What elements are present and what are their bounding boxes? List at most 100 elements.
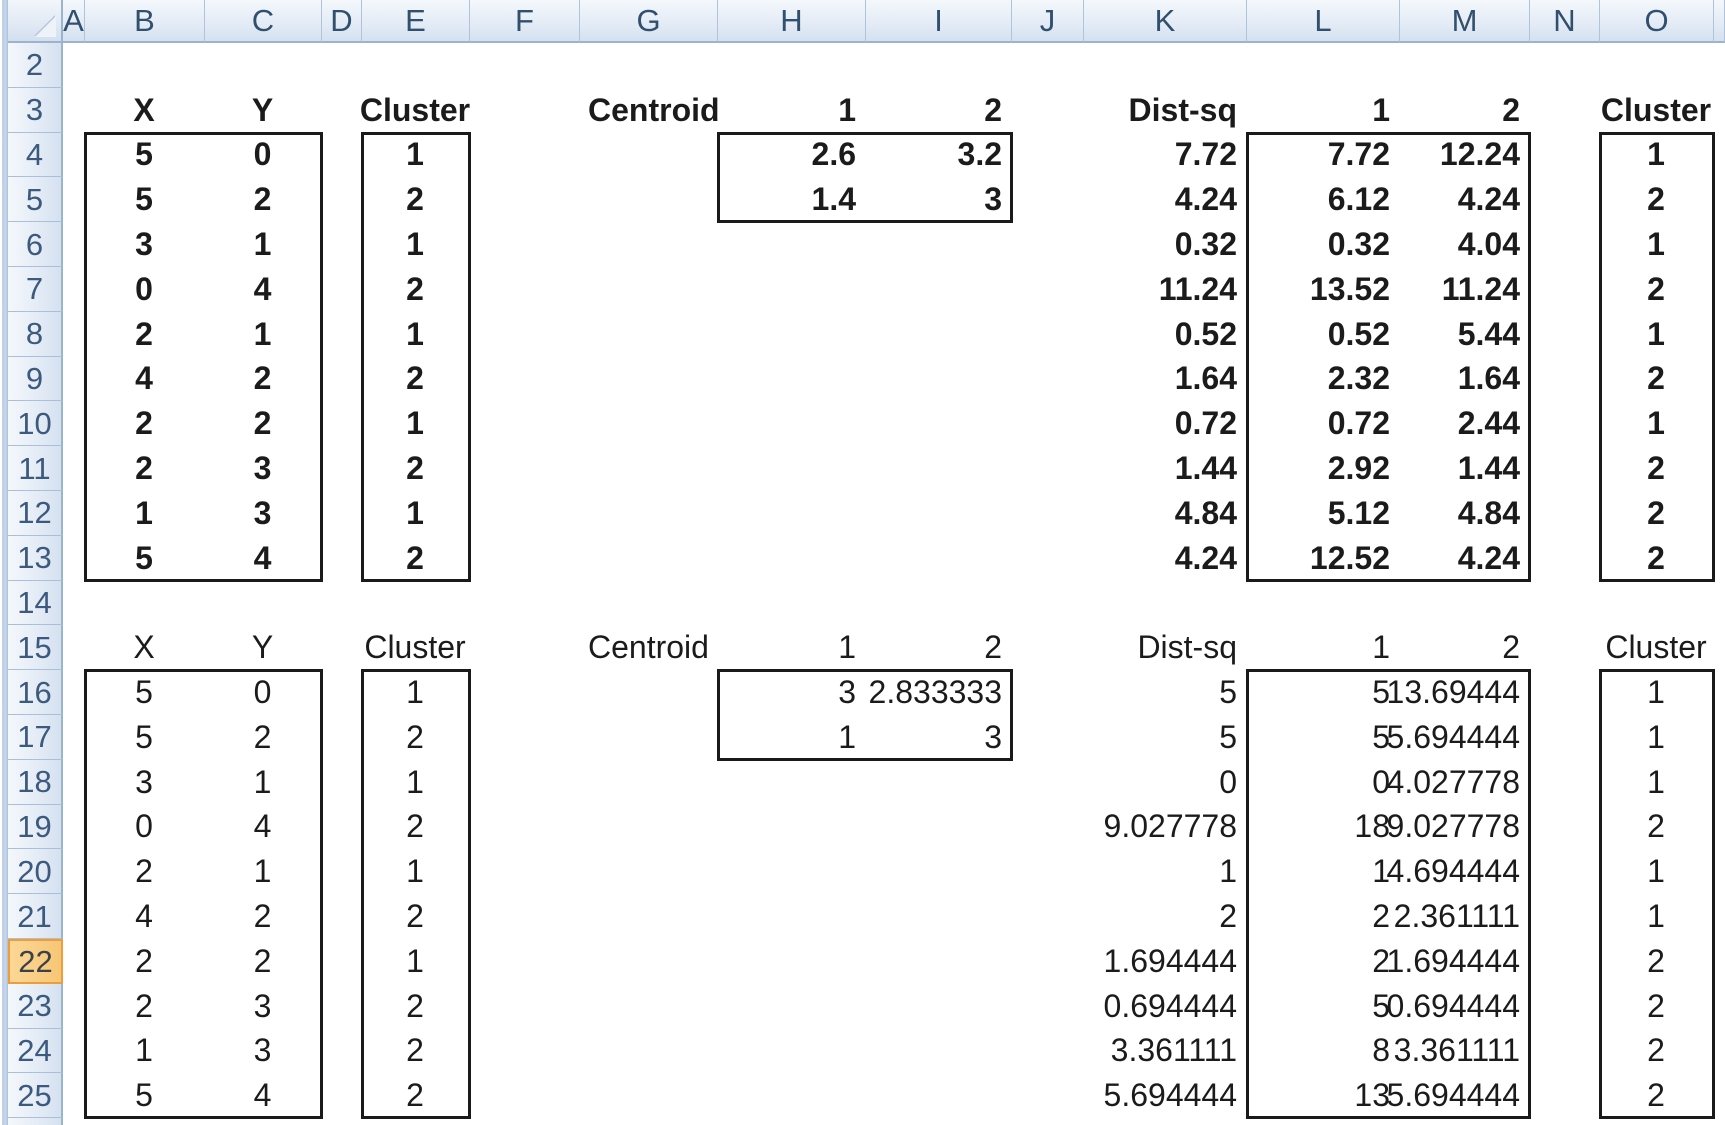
col-header-E[interactable]: E (362, 0, 470, 43)
cell-M22[interactable]: 1.694444 (1387, 939, 1530, 984)
row-header-25[interactable]: 25 (8, 1073, 63, 1119)
cell-O22[interactable]: 2 (1600, 939, 1714, 984)
cell-L19[interactable]: 18 (1247, 805, 1400, 850)
cell-O17[interactable]: 1 (1600, 715, 1714, 760)
cell-O21[interactable]: 1 (1600, 894, 1714, 939)
cell-L21[interactable]: 2 (1247, 894, 1400, 939)
cell-H17[interactable]: 1 (718, 715, 866, 760)
row-header-13[interactable]: 13 (8, 535, 63, 581)
col-header-N[interactable]: N (1530, 0, 1600, 43)
row-header-23[interactable]: 23 (8, 983, 63, 1029)
cell-L16[interactable]: 5 (1247, 670, 1400, 715)
cell-C3[interactable]: Y (205, 88, 322, 133)
row-header-7[interactable]: 7 (8, 267, 63, 312)
cell-C19[interactable]: 4 (205, 805, 322, 850)
row-header-15[interactable]: 15 (8, 625, 63, 671)
cell-C20[interactable]: 1 (205, 849, 322, 894)
cell-M11[interactable]: 1.44 (1400, 446, 1530, 491)
cell-L9[interactable]: 2.32 (1247, 357, 1400, 402)
row-header-14[interactable]: 14 (8, 580, 63, 626)
cell-B5[interactable]: 5 (85, 177, 205, 222)
cell-E16[interactable]: 1 (362, 670, 470, 715)
cell-H5[interactable]: 1.4 (718, 177, 866, 222)
cell-K12[interactable]: 4.84 (1084, 491, 1247, 536)
cell-L23[interactable]: 5 (1247, 984, 1400, 1029)
row-header-11[interactable]: 11 (8, 446, 63, 491)
cell-B3[interactable]: X (85, 88, 205, 133)
cell-O3[interactable]: Cluster (1600, 88, 1714, 133)
cell-E3[interactable]: Cluster (360, 88, 470, 133)
cell-L12[interactable]: 5.12 (1247, 491, 1400, 536)
cell-O24[interactable]: 2 (1600, 1029, 1714, 1074)
cell-K8[interactable]: 0.52 (1084, 312, 1247, 357)
cell-M10[interactable]: 2.44 (1400, 401, 1530, 446)
cell-M25[interactable]: 5.694444 (1387, 1073, 1530, 1118)
cell-C22[interactable]: 2 (205, 939, 322, 984)
cell-O7[interactable]: 2 (1600, 267, 1714, 312)
row-header-3[interactable]: 3 (8, 87, 63, 133)
row-header-21[interactable]: 21 (8, 894, 63, 939)
cell-K21[interactable]: 2 (1084, 894, 1247, 939)
cell-K7[interactable]: 11.24 (1084, 267, 1247, 312)
row-header-5[interactable]: 5 (8, 177, 63, 223)
cell-O18[interactable]: 1 (1600, 760, 1714, 805)
col-header-A[interactable]: A (63, 0, 85, 43)
cell-L13[interactable]: 12.52 (1247, 536, 1400, 581)
cell-B12[interactable]: 1 (85, 491, 205, 536)
cell-K25[interactable]: 5.694444 (1084, 1073, 1247, 1118)
cell-E6[interactable]: 1 (362, 222, 470, 267)
col-header-F[interactable]: F (470, 0, 580, 43)
row-header-19[interactable]: 19 (8, 804, 63, 850)
row-header-8[interactable]: 8 (8, 311, 63, 357)
row-header-24[interactable]: 24 (8, 1028, 63, 1074)
col-header-L[interactable]: L (1247, 0, 1400, 43)
cell-L22[interactable]: 2 (1247, 939, 1400, 984)
col-header-D[interactable]: D (322, 0, 362, 43)
cell-K19[interactable]: 9.027778 (1084, 805, 1247, 850)
cell-C25[interactable]: 4 (205, 1073, 322, 1118)
cell-E11[interactable]: 2 (362, 446, 470, 491)
cell-K4[interactable]: 7.72 (1084, 133, 1247, 178)
col-header-O[interactable]: O (1600, 0, 1714, 43)
cell-E23[interactable]: 2 (362, 984, 470, 1029)
cell-M24[interactable]: 3.361111 (1394, 1029, 1530, 1074)
cell-B17[interactable]: 5 (85, 715, 205, 760)
cell-I4[interactable]: 3.2 (866, 133, 1012, 178)
row-header-6[interactable]: 6 (8, 222, 63, 267)
cell-E22[interactable]: 1 (362, 939, 470, 984)
cell-M23[interactable]: 0.694444 (1387, 984, 1530, 1029)
cell-I16[interactable]: 2.833333 (866, 670, 1012, 715)
cell-E20[interactable]: 1 (362, 849, 470, 894)
cell-E13[interactable]: 2 (362, 536, 470, 581)
cell-M5[interactable]: 4.24 (1400, 177, 1530, 222)
cell-E17[interactable]: 2 (362, 715, 470, 760)
cell-C12[interactable]: 3 (205, 491, 322, 536)
cell-G15[interactable]: Centroid (580, 625, 718, 670)
cell-M9[interactable]: 1.64 (1400, 357, 1530, 402)
row-header-9[interactable]: 9 (8, 356, 63, 402)
cell-L8[interactable]: 0.52 (1247, 312, 1400, 357)
cell-H3[interactable]: 1 (718, 88, 866, 133)
cell-K6[interactable]: 0.32 (1084, 222, 1247, 267)
cell-M15[interactable]: 2 (1400, 625, 1530, 670)
cell-E5[interactable]: 2 (362, 177, 470, 222)
cell-C15[interactable]: Y (205, 625, 322, 670)
cell-C7[interactable]: 4 (205, 267, 322, 312)
cell-C4[interactable]: 0 (205, 133, 322, 178)
col-header-J[interactable]: J (1012, 0, 1084, 43)
row-header-20[interactable]: 20 (8, 849, 63, 895)
cell-L6[interactable]: 0.32 (1247, 222, 1400, 267)
cell-O12[interactable]: 2 (1600, 491, 1714, 536)
cell-B19[interactable]: 0 (85, 805, 205, 850)
cell-O10[interactable]: 1 (1600, 401, 1714, 446)
cell-O25[interactable]: 2 (1600, 1073, 1714, 1118)
cell-M20[interactable]: 4.694444 (1387, 849, 1530, 894)
cell-G3[interactable]: Centroid (580, 88, 720, 133)
cell-L17[interactable]: 5 (1247, 715, 1400, 760)
select-all-button[interactable] (8, 0, 63, 43)
cell-O13[interactable]: 2 (1600, 536, 1714, 581)
cell-E21[interactable]: 2 (362, 894, 470, 939)
col-header-G[interactable]: G (580, 0, 718, 43)
cell-K24[interactable]: 3.361111 (1084, 1029, 1247, 1074)
cell-C8[interactable]: 1 (205, 312, 322, 357)
